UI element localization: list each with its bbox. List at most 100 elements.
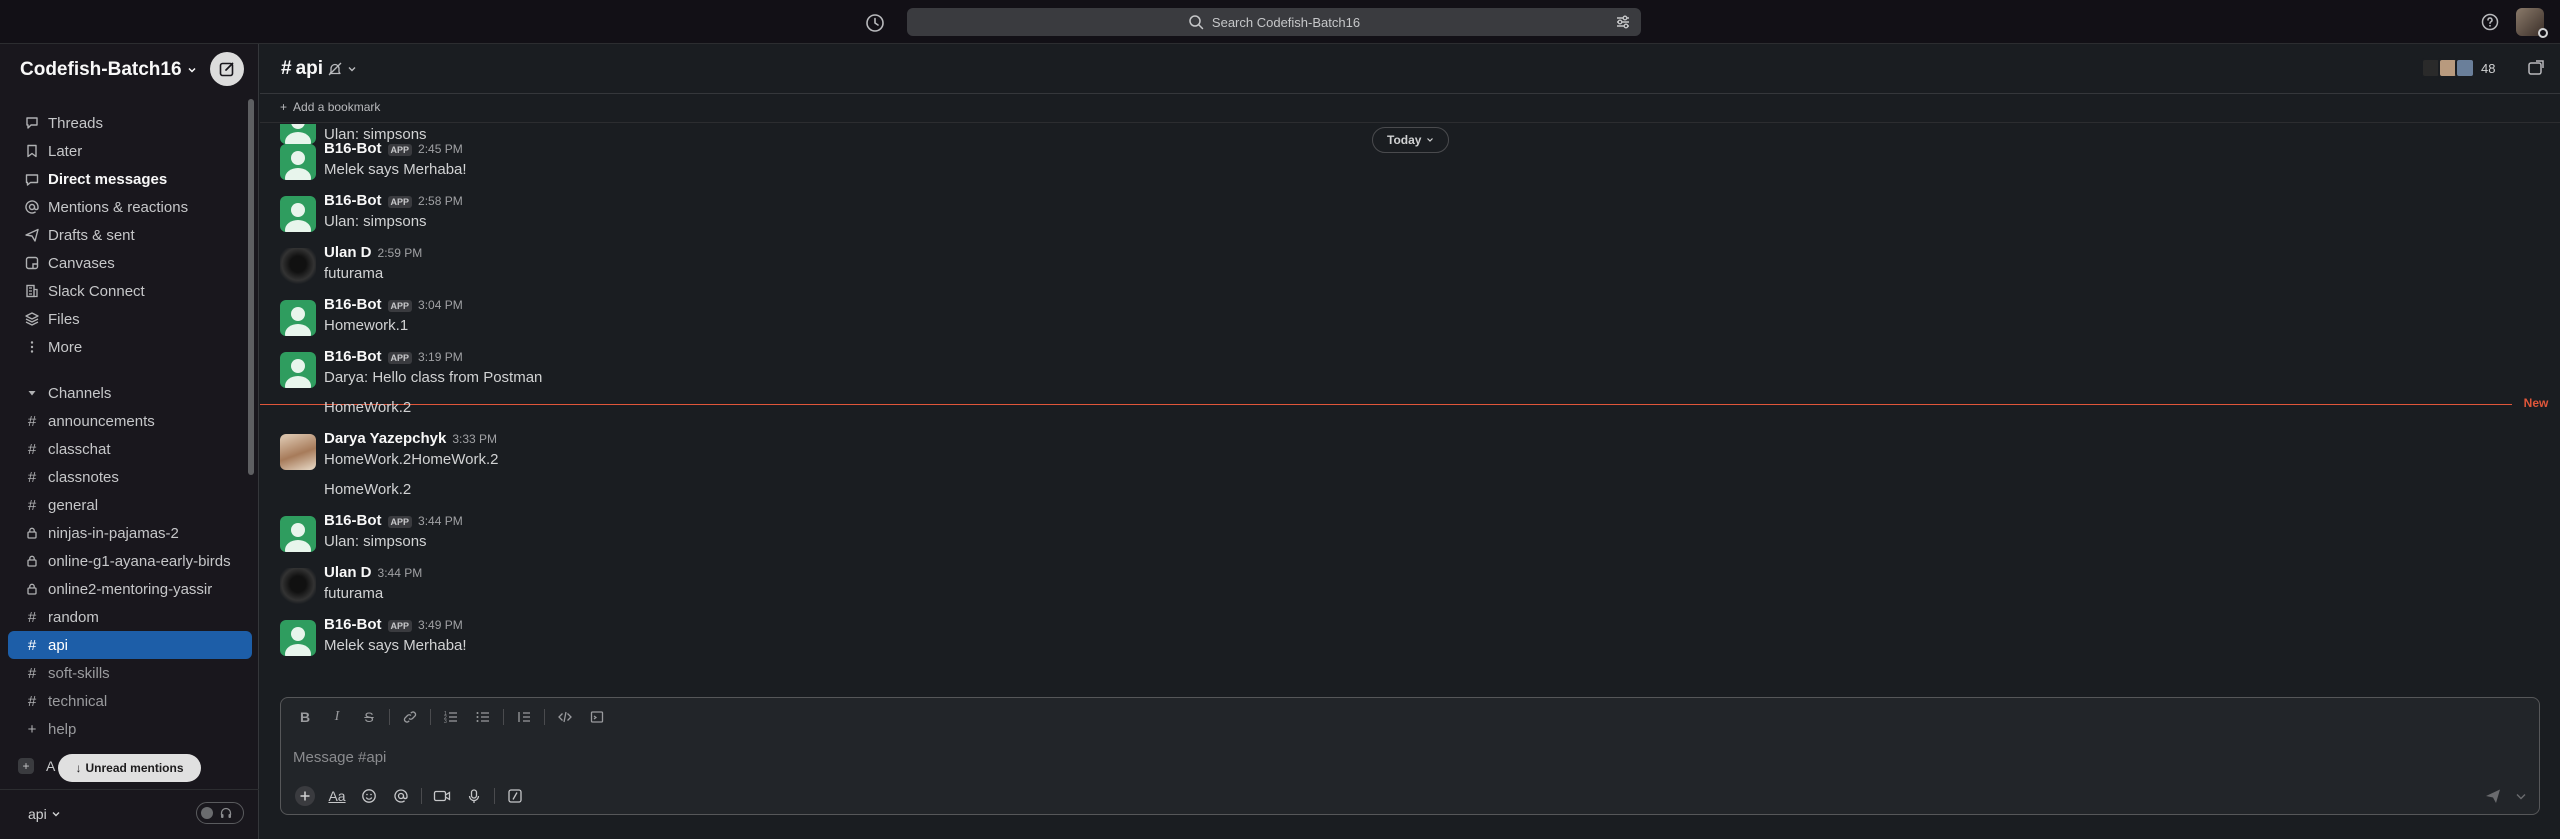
app-badge: APP (387, 144, 413, 156)
username[interactable]: B16-Bot (324, 192, 382, 209)
sidebar-item-drafts[interactable]: Drafts & sent (8, 221, 252, 249)
sidebar-item-classchat[interactable]: # classchat (8, 435, 252, 463)
sidebar-item-help[interactable]: + help (8, 715, 252, 743)
send-icon[interactable] (2483, 786, 2503, 806)
timestamp[interactable]: 3:33 PM (452, 432, 497, 446)
hash-icon: # (27, 692, 37, 710)
timestamp[interactable]: 3:44 PM (378, 566, 423, 580)
add-channels-label: A (46, 758, 56, 774)
sidebar-item-direct-messages[interactable]: Direct messages (8, 165, 252, 193)
sidebar-item-label: More (48, 338, 83, 356)
plus-icon[interactable] (289, 784, 321, 808)
username[interactable]: B16-Bot (324, 296, 382, 313)
username[interactable]: B16-Bot (324, 140, 382, 157)
compose-icon (218, 60, 236, 78)
date-divider-button[interactable]: Today (1372, 127, 1450, 153)
microphone-icon[interactable] (458, 784, 490, 808)
username[interactable]: B16-Bot (324, 348, 382, 365)
avatar[interactable] (280, 300, 316, 336)
username[interactable]: Ulan D (324, 564, 372, 581)
avatar[interactable] (280, 434, 316, 470)
username[interactable]: B16-Bot (324, 512, 382, 529)
notification-off-icon[interactable] (327, 61, 343, 77)
history-icon[interactable] (864, 12, 886, 34)
search-bar[interactable]: Search Codefish-Batch16 (907, 8, 1641, 36)
code-icon[interactable] (549, 706, 581, 728)
sidebar-item-online2-mentoring-yassir[interactable]: online2-mentoring-yassir (8, 575, 252, 603)
message-header: Ulan D 3:44 PM (324, 564, 422, 581)
username[interactable]: Ulan D (324, 244, 372, 261)
help-icon[interactable] (2480, 12, 2500, 32)
files-icon (24, 311, 40, 327)
sidebar-item-general[interactable]: # general (8, 491, 252, 519)
timestamp[interactable]: 2:59 PM (378, 246, 423, 260)
message-text: futurama (324, 585, 384, 602)
dm-icon (24, 171, 40, 187)
sidebar-item-slack-connect[interactable]: Slack Connect (8, 277, 252, 305)
sidebar-item-later[interactable]: Later (8, 137, 252, 165)
italic-icon[interactable]: I (321, 706, 353, 728)
timestamp[interactable]: 3:19 PM (418, 350, 463, 364)
avatar[interactable] (280, 144, 316, 180)
sidebar-item-more[interactable]: More (8, 333, 252, 361)
plus-icon: + (27, 720, 37, 738)
chevron-down-icon[interactable] (2513, 786, 2529, 806)
timestamp[interactable]: 2:58 PM (418, 194, 463, 208)
sidebar-item-api[interactable]: # api (8, 631, 252, 659)
timestamp[interactable]: 3:49 PM (418, 618, 463, 632)
workspace-menu[interactable]: Codefish-Batch16 (20, 59, 198, 81)
mention-icon[interactable] (385, 784, 417, 808)
add-bookmark-button[interactable]: + Add a bookmark (280, 100, 380, 114)
link-icon[interactable] (394, 706, 426, 728)
sidebar-item-announcements[interactable]: # announcements (8, 407, 252, 435)
divider (503, 709, 504, 725)
members-button[interactable]: 48 (2421, 56, 2495, 80)
sidebar-item-threads[interactable]: Threads (8, 109, 252, 137)
avatar[interactable] (280, 352, 316, 388)
sidebar-item-files[interactable]: Files (8, 305, 252, 333)
sidebar-item-classnotes[interactable]: # classnotes (8, 463, 252, 491)
format-text-icon[interactable]: Aa (321, 784, 353, 808)
avatar[interactable] (280, 196, 316, 232)
compose-button[interactable] (210, 52, 244, 86)
slash-command-icon[interactable] (499, 784, 531, 808)
message-text: HomeWork.2 (324, 399, 412, 416)
channels-section-header[interactable]: Channels (8, 379, 252, 407)
timestamp[interactable]: 3:44 PM (418, 514, 463, 528)
video-icon[interactable] (426, 784, 458, 808)
bullet-list-icon[interactable] (467, 706, 499, 728)
avatar[interactable] (280, 516, 316, 552)
strikethrough-icon[interactable]: S (353, 706, 385, 728)
unread-mentions-button[interactable]: ↓ Unread mentions (58, 754, 201, 782)
quote-icon[interactable] (508, 706, 540, 728)
huddle-icon[interactable] (2526, 58, 2546, 78)
sidebar-item-random[interactable]: # random (8, 603, 252, 631)
avatar[interactable] (280, 248, 316, 284)
avatar[interactable] (280, 124, 316, 144)
hash-icon: # (281, 58, 292, 79)
huddle-channel-selector[interactable]: api (28, 806, 61, 822)
sidebar-item-online-g1-ayana-early-birds[interactable]: online-g1-ayana-early-birds (8, 547, 252, 575)
avatar[interactable] (280, 620, 316, 656)
avatar[interactable] (280, 568, 316, 604)
timestamp[interactable]: 3:04 PM (418, 298, 463, 312)
sidebar-item-ninjas-in-pajamas-2[interactable]: ninjas-in-pajamas-2 (8, 519, 252, 547)
add-channels-icon[interactable]: + (18, 758, 34, 774)
sidebar-item-mentions[interactable]: Mentions & reactions (8, 193, 252, 221)
huddle-toggle[interactable] (196, 802, 244, 824)
app-badge: APP (387, 352, 413, 364)
filter-icon[interactable] (1615, 14, 1631, 30)
ordered-list-icon[interactable]: 123 (435, 706, 467, 728)
emoji-icon[interactable] (353, 784, 385, 808)
sidebar-scrollbar[interactable] (248, 99, 254, 475)
timestamp[interactable]: 2:45 PM (418, 142, 463, 156)
username[interactable]: Darya Yazepchyk (324, 430, 446, 447)
sidebar-item-technical[interactable]: # technical (8, 687, 252, 715)
bold-icon[interactable]: B (289, 706, 321, 728)
sidebar-item-canvases[interactable]: Canvases (8, 249, 252, 277)
sidebar-item-soft-skills[interactable]: # soft-skills (8, 659, 252, 687)
code-block-icon[interactable] (581, 706, 613, 728)
channel-title[interactable]: # api (281, 58, 357, 80)
message-input[interactable] (293, 746, 2493, 768)
username[interactable]: B16-Bot (324, 616, 382, 633)
